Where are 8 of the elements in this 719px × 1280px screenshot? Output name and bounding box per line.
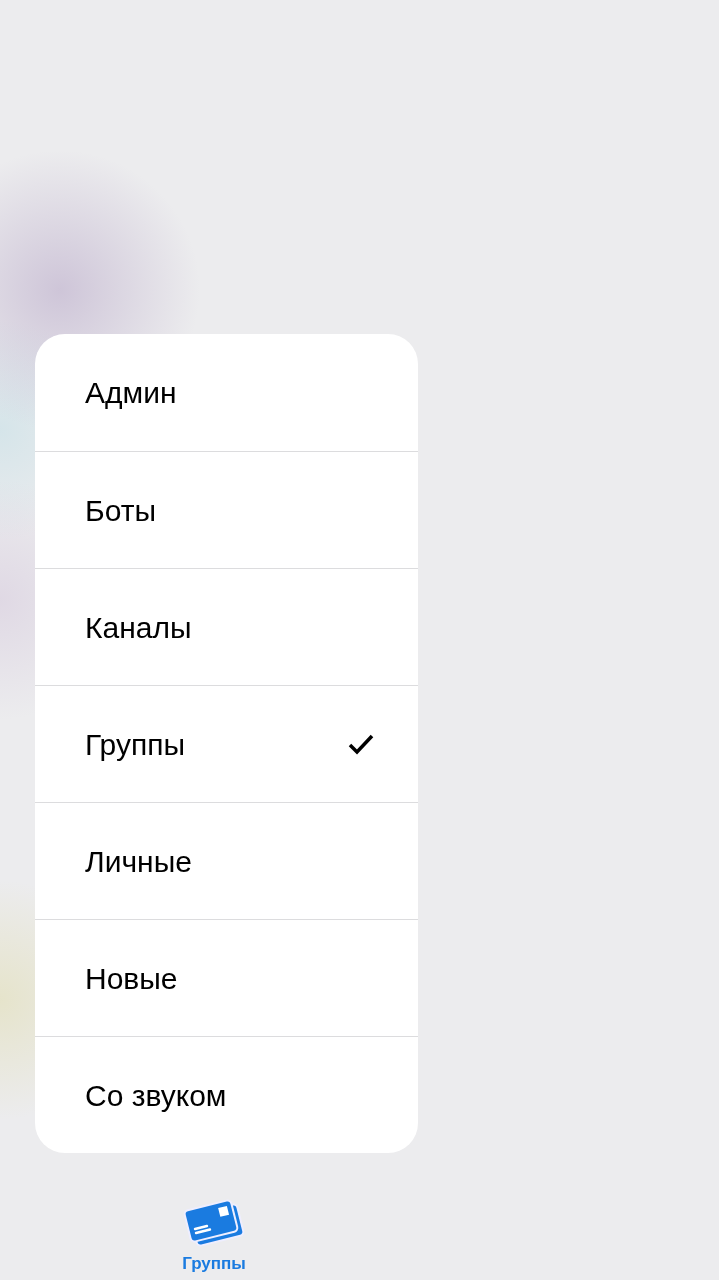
menu-item[interactable]: Админ	[35, 334, 418, 451]
menu-item[interactable]: Группы	[35, 685, 418, 802]
menu-item[interactable]: Личные	[35, 802, 418, 919]
menu-item[interactable]: Боты	[35, 451, 418, 568]
tab-label[interactable]: Группы	[182, 1253, 246, 1275]
menu-item[interactable]: Со звуком	[35, 1036, 418, 1153]
menu-item[interactable]: Новые	[35, 919, 418, 1036]
menu-item[interactable]: Каналы	[35, 568, 418, 685]
